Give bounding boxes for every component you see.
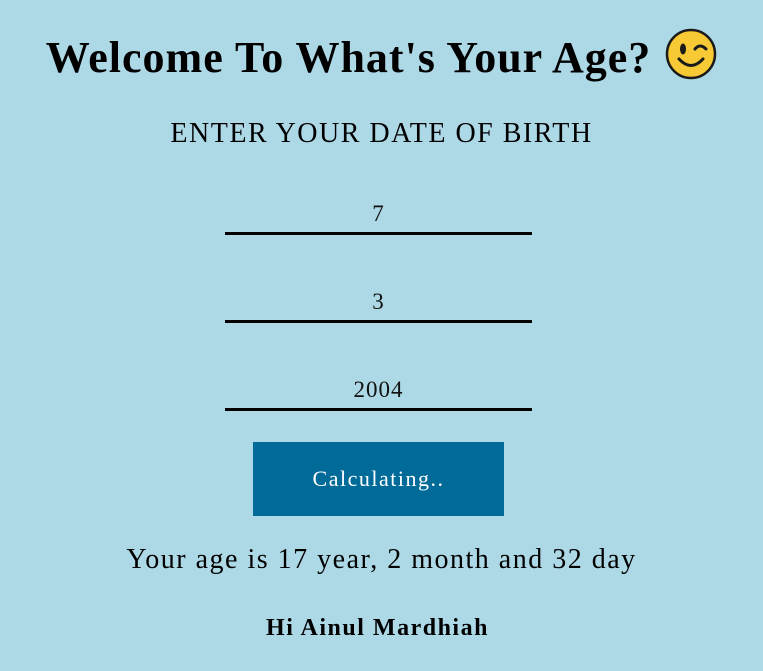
winking-face-icon — [666, 28, 717, 80]
year-input[interactable] — [225, 371, 532, 411]
calculate-button[interactable]: Calculating.. — [253, 442, 504, 516]
greeting-text: Hi Ainul Mardhiah — [266, 615, 489, 641]
page-title-text: Welcome To What's Your Age? — [45, 33, 652, 82]
age-result: Your age is 17 year, 2 month and 32 day — [126, 544, 637, 575]
dob-prompt: ENTER YOUR DATE OF BIRTH — [170, 118, 593, 149]
month-input[interactable] — [225, 283, 532, 323]
page-title: Welcome To What's Your Age? — [0, 28, 763, 85]
day-input[interactable] — [225, 195, 532, 235]
